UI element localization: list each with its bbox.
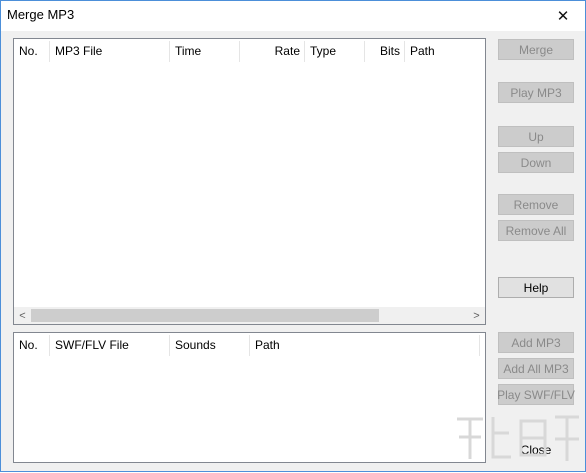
remove-button[interactable]: Remove [498, 194, 574, 215]
column-header-no[interactable]: No. [14, 39, 50, 64]
up-button[interactable]: Up [498, 126, 574, 147]
column-header-mp3-file[interactable]: MP3 File [50, 39, 170, 64]
add-all-mp3-button[interactable]: Add All MP3 [498, 358, 574, 379]
column-header-path[interactable]: Path [405, 39, 485, 64]
play-swf-flv-button[interactable]: Play SWF/FLV [497, 384, 575, 405]
close-button[interactable]: Close [498, 439, 574, 460]
column-header-path[interactable]: Path [250, 333, 480, 358]
column-header-type[interactable]: Type [305, 39, 365, 64]
horizontal-scrollbar[interactable]: < > [14, 307, 485, 324]
scrollbar-thumb[interactable] [31, 309, 379, 322]
scroll-right-button[interactable]: > [468, 307, 485, 324]
column-header-rate[interactable]: Rate [240, 39, 305, 64]
window-title: Merge MP3 [7, 7, 75, 22]
column-header-bits[interactable]: Bits [365, 39, 405, 64]
add-mp3-button[interactable]: Add MP3 [498, 332, 574, 353]
title-bar: Merge MP3 ✕ [1, 1, 585, 31]
chevron-left-icon: < [19, 309, 26, 322]
column-header-sounds[interactable]: Sounds [170, 333, 250, 358]
help-button[interactable]: Help [498, 277, 574, 298]
play-mp3-button[interactable]: Play MP3 [498, 82, 574, 103]
remove-all-button[interactable]: Remove All [498, 220, 574, 241]
mp3-list-header: No. MP3 File Time Rate Type Bits Path [14, 39, 485, 64]
scroll-left-button[interactable]: < [14, 307, 31, 324]
column-header-time[interactable]: Time [170, 39, 240, 64]
close-icon: ✕ [556, 7, 570, 25]
merge-button[interactable]: Merge [498, 39, 574, 60]
column-header-no[interactable]: No. [14, 333, 50, 358]
swf-flv-file-list[interactable]: No. SWF/FLV File Sounds Path [13, 332, 486, 463]
down-button[interactable]: Down [498, 152, 574, 173]
swf-list-header: No. SWF/FLV File Sounds Path [14, 333, 485, 358]
chevron-right-icon: > [473, 309, 480, 322]
mp3-file-list[interactable]: No. MP3 File Time Rate Type Bits Path < … [13, 38, 486, 325]
merge-mp3-dialog: Merge MP3 ✕ No. MP3 File Time Rate Type … [0, 0, 586, 472]
column-header-swf-flv-file[interactable]: SWF/FLV File [50, 333, 170, 358]
close-window-button[interactable]: ✕ [541, 1, 585, 30]
